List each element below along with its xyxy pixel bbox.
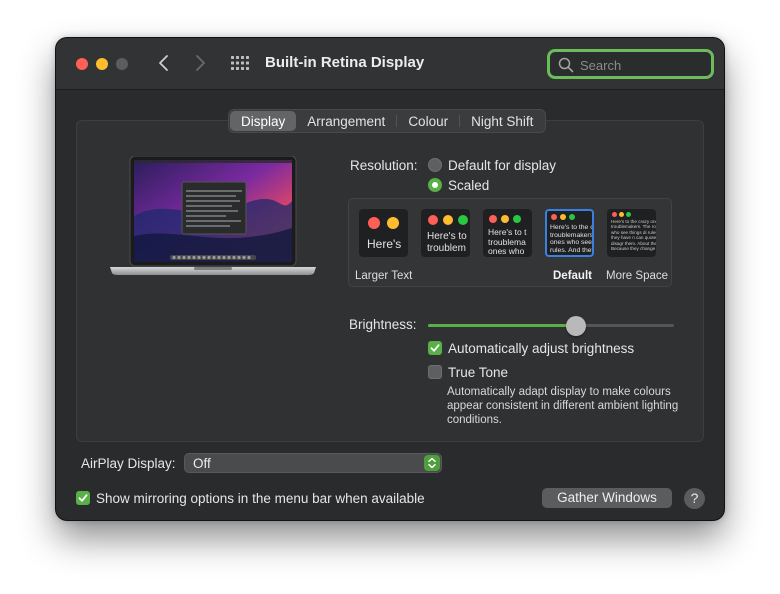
scale-preview-text: Here's to t troublema ones who — [488, 227, 527, 256]
yellow-dot-icon — [619, 212, 624, 217]
tab-arrangement[interactable]: Arrangement — [296, 111, 396, 131]
default-scale-label: Default — [553, 270, 592, 282]
red-dot-icon — [612, 212, 617, 217]
brightness-slider-fill — [428, 324, 576, 327]
red-dot-icon — [551, 214, 557, 220]
green-dot-icon — [458, 215, 468, 225]
airplay-display-value: Off — [193, 456, 211, 471]
tab-colour[interactable]: Colour — [397, 111, 459, 131]
tab-night-shift[interactable]: Night Shift — [460, 111, 544, 131]
scale-preview-text: Here's to the cr troublemakers. ones who… — [550, 224, 594, 254]
resolution-label: Resolution: — [350, 158, 418, 173]
forward-button[interactable] — [188, 50, 212, 76]
airplay-display-popup[interactable]: Off — [184, 453, 442, 473]
default-for-display-radio[interactable] — [428, 158, 442, 172]
mirroring-options-label[interactable]: Show mirroring options in the menu bar w… — [96, 491, 425, 506]
help-button[interactable]: ? — [684, 488, 705, 509]
mirroring-options-checkbox[interactable] — [76, 491, 90, 505]
scaled-radio[interactable] — [428, 178, 442, 192]
default-for-display-label[interactable]: Default for display — [448, 158, 556, 173]
red-dot-icon — [368, 217, 380, 229]
scale-preview-text: Here's — [367, 237, 402, 251]
title-bar: Built-in Retina Display — [56, 38, 724, 90]
tab-display[interactable]: Display — [230, 111, 297, 131]
back-button[interactable] — [152, 50, 176, 76]
scale-option-2[interactable]: Here's to troublem — [421, 209, 470, 257]
green-dot-icon — [569, 214, 575, 220]
scale-option-larger-text[interactable]: Here's — [359, 209, 408, 257]
gather-windows-button[interactable]: Gather Windows — [542, 488, 672, 508]
larger-text-label: Larger Text — [355, 270, 413, 282]
search-field[interactable] — [547, 49, 714, 79]
scaled-label[interactable]: Scaled — [448, 178, 489, 193]
close-window-button[interactable] — [76, 58, 88, 70]
minimize-window-button[interactable] — [96, 58, 108, 70]
chevron-right-icon — [196, 55, 205, 71]
display-preferences-window: Built-in Retina Display Display Arrangem… — [56, 38, 724, 520]
scale-preview-text: Here's to the crazy one troublemakers. T… — [611, 219, 656, 252]
yellow-dot-icon — [501, 215, 509, 223]
auto-brightness-checkbox[interactable] — [428, 341, 442, 355]
resolution-scale-picker: Here's Here's to troublem Here's to t tr… — [348, 198, 672, 287]
show-all-grid-icon[interactable] — [231, 56, 249, 70]
macbook-display-image — [110, 156, 316, 275]
more-space-label: More Space — [606, 270, 669, 282]
checkmark-icon — [430, 344, 440, 352]
scale-preview-text: Here's to troublem — [427, 231, 467, 254]
zoom-window-button[interactable] — [116, 58, 128, 70]
red-dot-icon — [489, 215, 497, 223]
brightness-slider[interactable] — [428, 316, 674, 336]
checkmark-icon — [78, 494, 88, 502]
scale-option-more-space[interactable]: Here's to the crazy one troublemakers. T… — [607, 209, 656, 257]
true-tone-checkbox[interactable] — [428, 365, 442, 379]
up-down-arrows-icon — [424, 455, 440, 471]
window-title: Built-in Retina Display — [265, 54, 425, 71]
search-input[interactable] — [580, 56, 700, 74]
yellow-dot-icon — [560, 214, 566, 220]
scale-option-3[interactable]: Here's to t troublema ones who — [483, 209, 532, 257]
scale-option-default[interactable]: Here's to the cr troublemakers. ones who… — [545, 209, 594, 257]
red-dot-icon — [428, 215, 438, 225]
brightness-label: Brightness: — [349, 317, 417, 332]
true-tone-label[interactable]: True Tone — [448, 365, 508, 380]
auto-brightness-label[interactable]: Automatically adjust brightness — [448, 341, 634, 356]
true-tone-description: Automatically adapt display to make colo… — [447, 386, 679, 426]
airplay-display-label: AirPlay Display: — [81, 456, 176, 471]
brightness-slider-knob[interactable] — [565, 316, 586, 336]
green-dot-icon — [513, 215, 521, 223]
tab-bar: Display Arrangement Colour Night Shift — [228, 109, 547, 133]
chevron-left-icon — [159, 55, 168, 71]
yellow-dot-icon — [387, 217, 399, 229]
search-icon — [558, 57, 574, 73]
yellow-dot-icon — [443, 215, 453, 225]
green-dot-icon — [626, 212, 631, 217]
